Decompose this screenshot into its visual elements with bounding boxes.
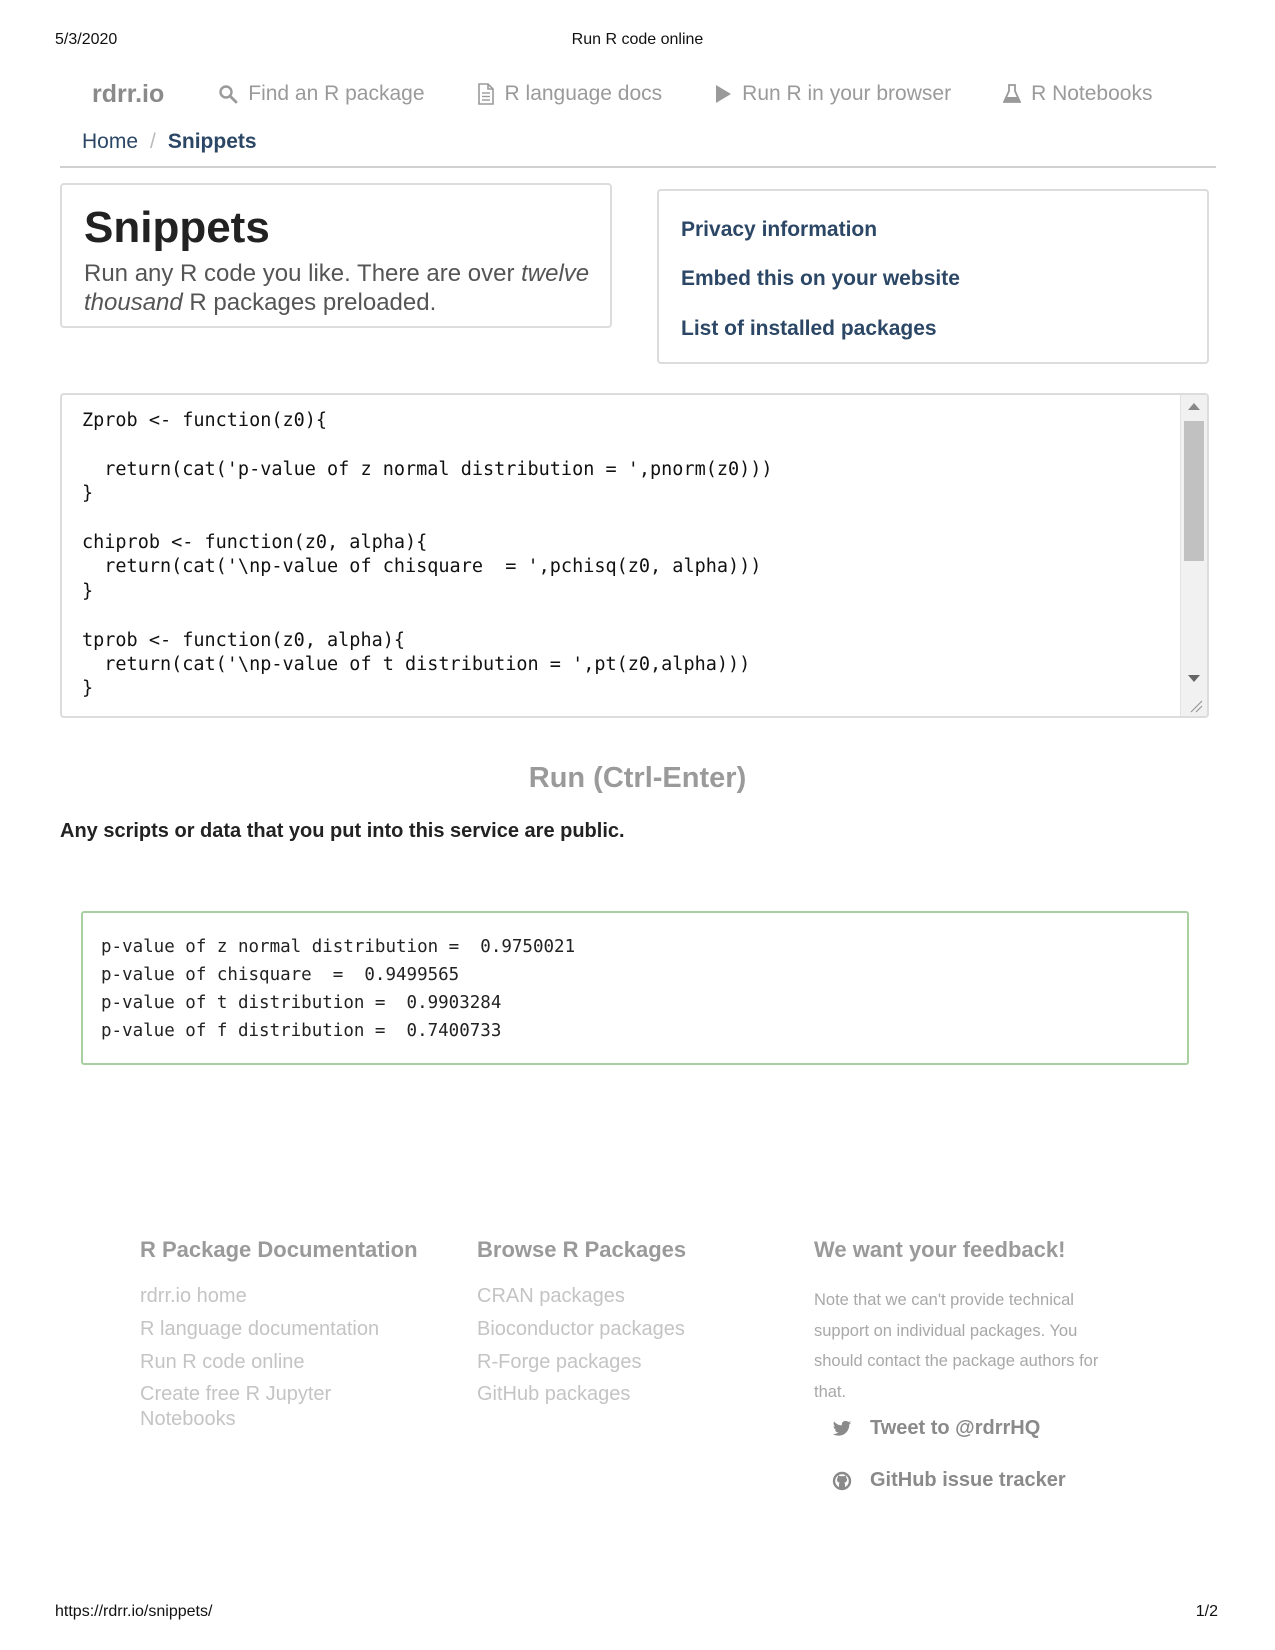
breadcrumb-home[interactable]: Home [82, 130, 138, 154]
footer-link-cran[interactable]: CRAN packages [477, 1284, 625, 1309]
footer-link-bioconductor[interactable]: Bioconductor packages [477, 1317, 685, 1342]
nav-notebooks[interactable]: R Notebooks [1003, 82, 1152, 106]
twitter-icon [832, 1420, 852, 1436]
output-line: p-value of t distribution = 0.9903284 [101, 993, 502, 1013]
breadcrumb-separator: / [150, 130, 156, 153]
nav-find-package[interactable]: Find an R package [218, 82, 425, 106]
feedback-note: Note that we can't provide technical sup… [814, 1291, 1099, 1401]
footer-link-language-docs[interactable]: R language documentation [140, 1317, 379, 1342]
info-links-panel: Privacy information Embed this on your w… [657, 189, 1209, 364]
document-icon [477, 83, 494, 105]
github-icon [832, 1471, 852, 1490]
run-button[interactable]: Run (Ctrl-Enter) [0, 762, 1275, 795]
editor-scrollbar[interactable] [1180, 395, 1207, 716]
footer-link-run-r[interactable]: Run R code online [140, 1350, 305, 1375]
tweet-label: Tweet to @rdrrHQ [870, 1417, 1041, 1439]
footer-docs-column: R Package Documentation rdrr.io home R l… [140, 1237, 450, 1430]
nav-language-docs[interactable]: R language docs [477, 82, 663, 106]
embed-website-link[interactable]: Embed this on your website [681, 267, 960, 291]
footer-docs-heading: R Package Documentation [140, 1237, 418, 1262]
nav-find-package-label: Find an R package [248, 82, 425, 105]
breadcrumb-current: Snippets [167, 130, 257, 153]
nav-notebooks-label: R Notebooks [1031, 82, 1153, 105]
play-icon [716, 85, 732, 103]
output-line: p-value of f distribution = 0.7400733 [101, 1021, 502, 1041]
scrollbar-thumb[interactable] [1184, 421, 1204, 561]
page-title: Snippets [84, 203, 270, 252]
footer-feedback-heading: We want your feedback! [814, 1237, 1066, 1262]
footer-link-rforge[interactable]: R-Forge packages [477, 1350, 642, 1375]
page-header-panel: Snippets Run any R code you like. There … [60, 183, 612, 328]
page-lead: Run any R code you like. There are over … [84, 259, 604, 317]
print-title: Run R code online [571, 31, 704, 48]
flask-icon [1003, 84, 1022, 103]
nav-run-r-label: Run R in your browser [742, 82, 952, 105]
footer-feedback-column: We want your feedback! Note that we can'… [814, 1237, 1134, 1491]
installed-packages-link[interactable]: List of installed packages [681, 317, 937, 341]
nav-language-docs-label: R language docs [504, 82, 663, 105]
footer-link-jupyter[interactable]: Create free R Jupyter Notebooks [140, 1382, 360, 1432]
brand-logo[interactable]: rdrr.io [92, 80, 164, 109]
nav-run-r[interactable]: Run R in your browser [714, 82, 951, 106]
footer-browse-heading: Browse R Packages [477, 1237, 687, 1262]
privacy-information-link[interactable]: Privacy information [681, 218, 877, 242]
search-icon [219, 85, 238, 104]
breadcrumb-divider [60, 166, 1216, 168]
print-page-number: 1/2 [1195, 1603, 1218, 1620]
github-label: GitHub issue tracker [870, 1469, 1066, 1491]
code-text[interactable]: Zprob <- function(z0){ return(cat('p-val… [82, 409, 773, 702]
resize-grip-icon[interactable] [1183, 694, 1205, 714]
code-editor[interactable]: Zprob <- function(z0){ return(cat('p-val… [60, 393, 1209, 718]
print-url: https://rdrr.io/snippets/ [55, 1603, 213, 1620]
output-line: p-value of z normal distribution = 0.975… [101, 937, 576, 957]
breadcrumb: Home / Snippets [82, 130, 257, 154]
tweet-button[interactable]: Tweet to @rdrrHQ [832, 1417, 1040, 1440]
output-panel: p-value of z normal distribution = 0.975… [81, 911, 1189, 1065]
navbar: rdrr.io Find an R package R language doc… [60, 70, 1216, 118]
footer-link-home[interactable]: rdrr.io home [140, 1284, 247, 1309]
lead-text-start: Run any R code you like. There are over [84, 260, 522, 287]
footer-browse-column: Browse R Packages CRAN packages Biocondu… [477, 1237, 787, 1405]
footer-link-github[interactable]: GitHub packages [477, 1382, 630, 1407]
public-notice: Any scripts or data that you put into th… [60, 820, 625, 842]
scroll-down-arrow-icon[interactable] [1188, 675, 1200, 682]
scroll-up-arrow-icon[interactable] [1188, 403, 1200, 410]
lead-text-end: R packages preloaded. [182, 289, 437, 316]
output-line: p-value of chisquare = 0.9499565 [101, 965, 460, 985]
github-issue-tracker-button[interactable]: GitHub issue tracker [832, 1469, 1066, 1492]
